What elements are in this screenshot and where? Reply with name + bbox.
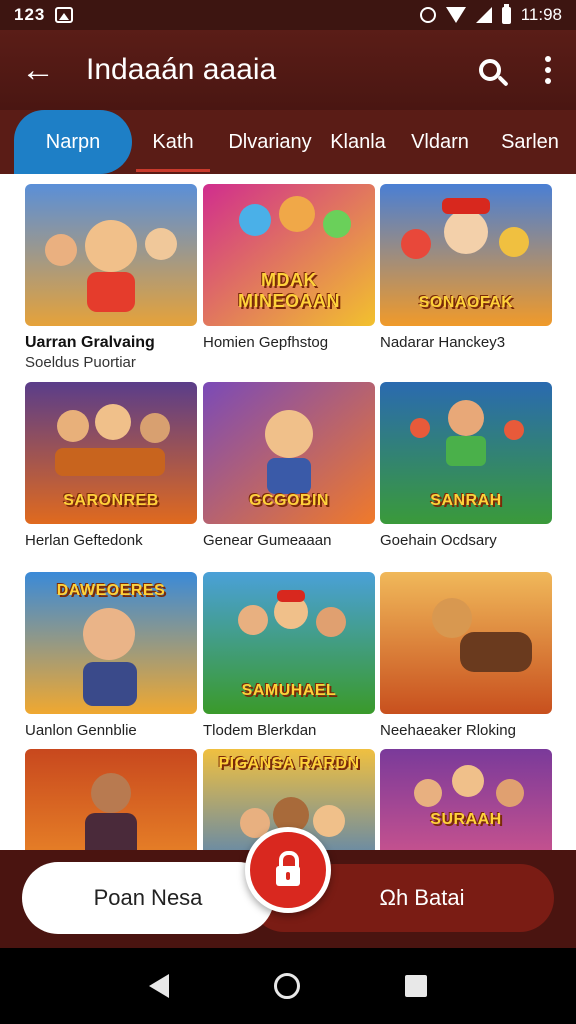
game-title: Uarran Gralvaing	[25, 334, 155, 351]
tab-3[interactable]: Dlvariany	[214, 110, 326, 174]
back-button[interactable]: ←	[0, 30, 76, 110]
location-icon	[419, 7, 436, 23]
game-card[interactable]: GCGOBIN Genear Gumeaaan	[203, 382, 375, 549]
status-icons: 11:98	[419, 3, 562, 25]
game-title: Herlan Geftedonk	[25, 532, 143, 549]
game-banner: SARONREB	[63, 492, 159, 509]
tab-6[interactable]: Sarlen	[490, 110, 570, 174]
game-banner: PIGANSA RARDN	[218, 755, 360, 772]
tab-2[interactable]: Kath	[132, 110, 214, 174]
game-card[interactable]: Uarran Gralvaing Soeldus Puortiar	[25, 184, 197, 371]
primary-action-label: Poan Nesa	[93, 885, 203, 910]
status-clock: 11:98	[520, 5, 562, 24]
game-thumbnail[interactable]: GCGOBIN	[203, 382, 375, 524]
game-card[interactable]: DAWEOERES Uanlon Gennblie	[25, 572, 197, 739]
game-thumbnail[interactable]	[25, 184, 197, 326]
game-subtitle: Soeldus Puortiar	[25, 354, 136, 371]
game-title: Goehain Ocdsary	[380, 532, 497, 549]
tab-4[interactable]: Klanla	[326, 110, 390, 174]
search-button[interactable]	[460, 30, 520, 110]
game-card[interactable]: MDAK MINEOAAN Homien Gepfhstog	[203, 184, 375, 351]
nav-back-icon[interactable]	[148, 974, 169, 998]
thumbnail-art	[25, 184, 197, 326]
game-thumbnail[interactable]: DAWEOERES	[25, 572, 197, 714]
tab-label: Vldarn	[411, 130, 469, 153]
game-title: Uanlon Gennblie	[25, 722, 137, 739]
status-left-text: 123	[14, 5, 46, 24]
game-banner: SANRAH	[430, 492, 502, 509]
thumbnail-art	[380, 572, 552, 714]
game-title: Tlodem Blerkdan	[203, 722, 317, 739]
game-thumbnail[interactable]: SARONREB	[25, 382, 197, 524]
game-title: Nadarar Hanckey3	[380, 334, 506, 351]
tab-1[interactable]: Narpn	[14, 110, 132, 174]
back-arrow-icon: ←	[21, 50, 55, 89]
game-card[interactable]: Neehaeaker Rloking	[380, 572, 552, 739]
lock-icon	[276, 851, 300, 886]
more-vert-icon	[545, 56, 551, 62]
page-title: Indaaán aaaia	[86, 53, 277, 86]
game-thumbnail[interactable]	[380, 572, 552, 714]
image-notification-icon	[55, 7, 74, 23]
battery-icon	[501, 3, 511, 24]
tab-bar: Narpn Kath Dlvariany Klanla Vldarn Sarle…	[0, 110, 576, 174]
game-banner: SURAAH	[430, 811, 502, 828]
wifi-icon	[445, 7, 466, 23]
secondary-action-label: Ωh Batai	[379, 885, 465, 910]
game-thumbnail[interactable]: SONAOFAK	[380, 184, 552, 326]
tab-label: Kath	[152, 130, 194, 153]
game-banner: MDAK MINEOAAN	[238, 270, 340, 311]
game-card[interactable]: SAMUHAEL Tlodem Blerkdan	[203, 572, 375, 739]
system-nav-bar	[0, 948, 576, 1024]
nav-home-icon[interactable]	[273, 973, 300, 999]
primary-action-button[interactable]: Poan Nesa	[22, 862, 274, 934]
game-card[interactable]: SARONREB Herlan Geftedonk	[25, 382, 197, 549]
app-bar: ← Indaaán aaaia	[0, 30, 576, 110]
game-banner: DAWEOERES	[56, 582, 166, 599]
game-banner: SONAOFAK	[418, 294, 514, 311]
game-thumbnail[interactable]: SANRAH	[380, 382, 552, 524]
tab-5[interactable]: Vldarn	[390, 110, 490, 174]
game-thumbnail[interactable]: MDAK MINEOAAN	[203, 184, 375, 326]
game-title: Homien Gepfhstog	[203, 334, 329, 351]
signal-icon	[475, 7, 492, 23]
status-bar: 123 11:98	[0, 0, 576, 30]
tab-label: Dlvariany	[228, 130, 312, 153]
game-title: Neehaeaker Rloking	[380, 722, 516, 739]
game-card[interactable]: SANRAH Goehain Ocdsary	[380, 382, 552, 549]
tab-label: Klanla	[330, 130, 386, 153]
game-thumbnail[interactable]: SAMUHAEL	[203, 572, 375, 714]
game-banner: SAMUHAEL	[241, 682, 337, 699]
nav-recents-icon[interactable]	[405, 975, 428, 997]
game-grid: Uarran Gralvaing Soeldus Puortiar MDAK M…	[0, 174, 576, 891]
unlock-button[interactable]	[245, 827, 331, 913]
game-title: Genear Gumeaaan	[203, 532, 332, 549]
search-icon	[479, 59, 501, 81]
tab-label: Narpn	[45, 130, 101, 153]
tab-label: Sarlen	[501, 130, 559, 153]
more-options-button[interactable]	[520, 30, 576, 110]
game-banner: GCGOBIN	[249, 492, 329, 509]
game-card[interactable]: SONAOFAK Nadarar Hanckey3	[380, 184, 552, 351]
